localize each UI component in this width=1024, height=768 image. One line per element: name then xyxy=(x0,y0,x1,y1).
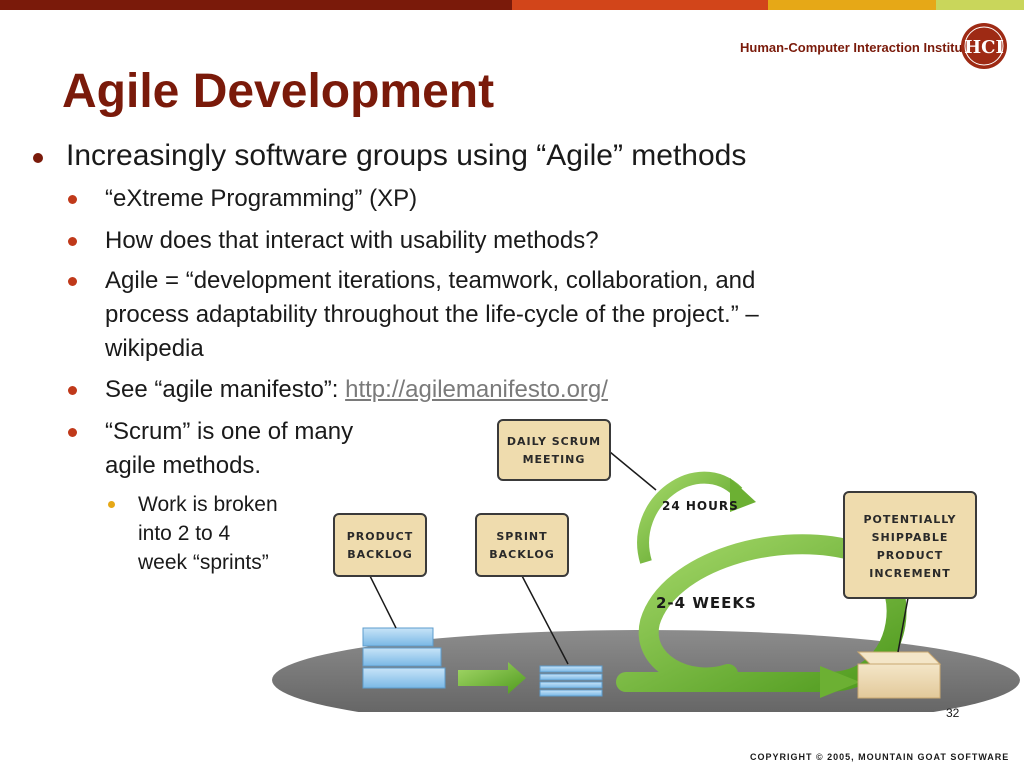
page-number: 32 xyxy=(946,706,960,720)
svg-text:SPRINT: SPRINT xyxy=(496,530,547,543)
shippable-note: POTENTIALLY SHIPPABLE PRODUCT INCREMENT xyxy=(843,491,977,599)
scrum-diagram: DAILY SCRUM MEETING PRODUCT BACKLOG SPRI… xyxy=(272,419,1020,712)
bullet-icon xyxy=(68,386,77,395)
bullet-icon xyxy=(33,153,43,163)
svg-text:BACKLOG: BACKLOG xyxy=(489,548,555,561)
agile-def-line: process adaptability throughout the life… xyxy=(105,301,759,328)
svg-text:MEETING: MEETING xyxy=(523,453,586,466)
svg-text:INCREMENT: INCREMENT xyxy=(869,567,951,580)
bar-segment-green xyxy=(936,0,1024,10)
weeks-label: 2-4 WEEKS xyxy=(656,594,757,612)
bar-segment-orange xyxy=(512,0,768,10)
slide-title: Agile Development xyxy=(62,65,495,118)
bullet-agile-definition: Agile = “development iterations, teamwor… xyxy=(105,264,759,366)
hours-label: 24 HOURS xyxy=(662,499,739,513)
sprints-line: week “sprints” xyxy=(138,551,269,574)
product-backlog-stack xyxy=(362,627,446,689)
bullet-icon xyxy=(68,195,77,204)
sprints-line: into 2 to 4 xyxy=(138,522,231,545)
hci-logo-icon: HCI xyxy=(961,23,1007,69)
bullet-usability: How does that interact with usability me… xyxy=(105,227,599,254)
svg-text:PRODUCT: PRODUCT xyxy=(877,549,944,562)
sprint-backlog-note: SPRINT BACKLOG xyxy=(475,513,569,577)
bar-segment-yellow xyxy=(768,0,936,10)
agile-def-line: Agile = “development iterations, teamwor… xyxy=(105,267,756,294)
sprints-line: Work is broken xyxy=(138,493,278,516)
bullet-manifesto: See “agile manifesto”: http://agilemanif… xyxy=(105,373,608,407)
top-color-bar xyxy=(0,0,1024,10)
svg-text:POTENTIALLY: POTENTIALLY xyxy=(863,513,956,526)
manifesto-prefix: See “agile manifesto”: xyxy=(105,376,346,403)
svg-text:SHIPPABLE: SHIPPABLE xyxy=(872,531,949,544)
bar-segment-dark-red xyxy=(0,0,512,10)
manifesto-link[interactable]: http://agilemanifesto.org/ xyxy=(345,376,608,403)
bullet-icon xyxy=(68,277,77,286)
svg-text:DAILY SCRUM: DAILY SCRUM xyxy=(507,435,601,448)
daily-scrum-note: DAILY SCRUM MEETING xyxy=(497,419,611,481)
bullet-icon xyxy=(68,428,77,437)
copyright-notice: COPYRIGHT © 2005, MOUNTAIN GOAT SOFTWARE xyxy=(750,752,1010,762)
institute-name: Human-Computer Interaction Institute xyxy=(740,40,975,55)
agile-def-line: wikipedia xyxy=(105,335,204,362)
bullet-sprints: Work is broken into 2 to 4 week “sprints… xyxy=(138,490,278,577)
bullet-xp: “eXtreme Programming” (XP) xyxy=(105,185,418,212)
shippable-box xyxy=(856,651,942,699)
logo-text: HCI xyxy=(964,37,1004,58)
product-backlog-note: PRODUCT BACKLOG xyxy=(333,513,427,577)
svg-text:BACKLOG: BACKLOG xyxy=(347,548,413,561)
bullet-icon xyxy=(68,237,77,246)
svg-text:PRODUCT: PRODUCT xyxy=(347,530,414,543)
bullet-icon xyxy=(108,501,115,508)
bullet-primary: Increasingly software groups using “Agil… xyxy=(66,139,747,172)
